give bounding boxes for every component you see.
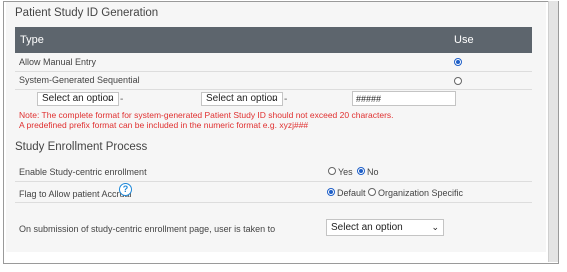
column-header-use: Use <box>454 34 474 46</box>
enable-yes-label[interactable]: Yes <box>338 167 353 177</box>
scrollbar-track[interactable] <box>549 1 558 262</box>
accrual-default-radio[interactable] <box>327 188 335 196</box>
table-header: Type Use <box>15 27 532 53</box>
patient-study-id-title: Patient Study ID Generation <box>15 7 159 19</box>
numeric-format-value: ##### <box>356 94 382 104</box>
enable-yes-radio[interactable] <box>328 167 336 175</box>
select-value: Select an option <box>206 93 278 104</box>
enable-no-label[interactable]: No <box>367 167 379 177</box>
use-system-generated-radio[interactable] <box>454 77 462 85</box>
enable-enrollment-label: Enable Study-centric enrollment <box>19 167 147 177</box>
accrual-default-label[interactable]: Default <box>337 188 366 198</box>
separator-2: - <box>284 94 288 105</box>
row-system-generated: System-Generated Sequential <box>15 72 532 90</box>
accrual-label: Flag to Allow patient Accrual <box>19 189 132 199</box>
question-circle-icon[interactable]: ? <box>119 183 132 196</box>
use-manual-entry-radio[interactable] <box>454 58 462 66</box>
prefix-select-1[interactable]: Select an option ⌄ <box>37 92 119 106</box>
format-note-line-2: A predefined prefix format can be includ… <box>19 120 309 130</box>
row-label: Allow Manual Entry <box>19 57 97 67</box>
select-value: Select an option <box>331 222 403 233</box>
accrual-org-specific-radio[interactable] <box>368 188 376 196</box>
select-value: Select an option <box>42 93 114 104</box>
row-label: System-Generated Sequential <box>19 75 140 85</box>
row-allow-manual-entry: Allow Manual Entry <box>15 54 532 72</box>
prefix-select-2[interactable]: Select an option ⌄ <box>201 92 283 106</box>
chevron-down-icon: ⌄ <box>270 93 278 103</box>
numeric-format-input[interactable]: ##### <box>352 91 456 106</box>
separator-1: - <box>120 94 124 105</box>
submission-redirect-select[interactable]: Select an option ⌄ <box>326 219 444 236</box>
submission-redirect-label: On submission of study-centric enrollmen… <box>19 224 276 234</box>
row-enable-study-centric: Enable Study-centric enrollment Yes No <box>15 162 532 182</box>
enable-no-radio[interactable] <box>357 167 365 175</box>
study-enrollment-title: Study Enrollment Process <box>15 141 148 153</box>
row-patient-accrual: Flag to Allow patient Accrual ? Default … <box>15 182 532 203</box>
format-note-line-1: Note: The complete format for system-gen… <box>19 110 394 120</box>
column-header-type: Type <box>20 34 44 46</box>
accrual-org-specific-label[interactable]: Organization Specific <box>378 188 463 198</box>
vertical-scrollbar[interactable] <box>548 1 558 262</box>
chevron-down-icon: ⌄ <box>431 222 439 232</box>
chevron-down-icon: ⌄ <box>106 93 114 103</box>
